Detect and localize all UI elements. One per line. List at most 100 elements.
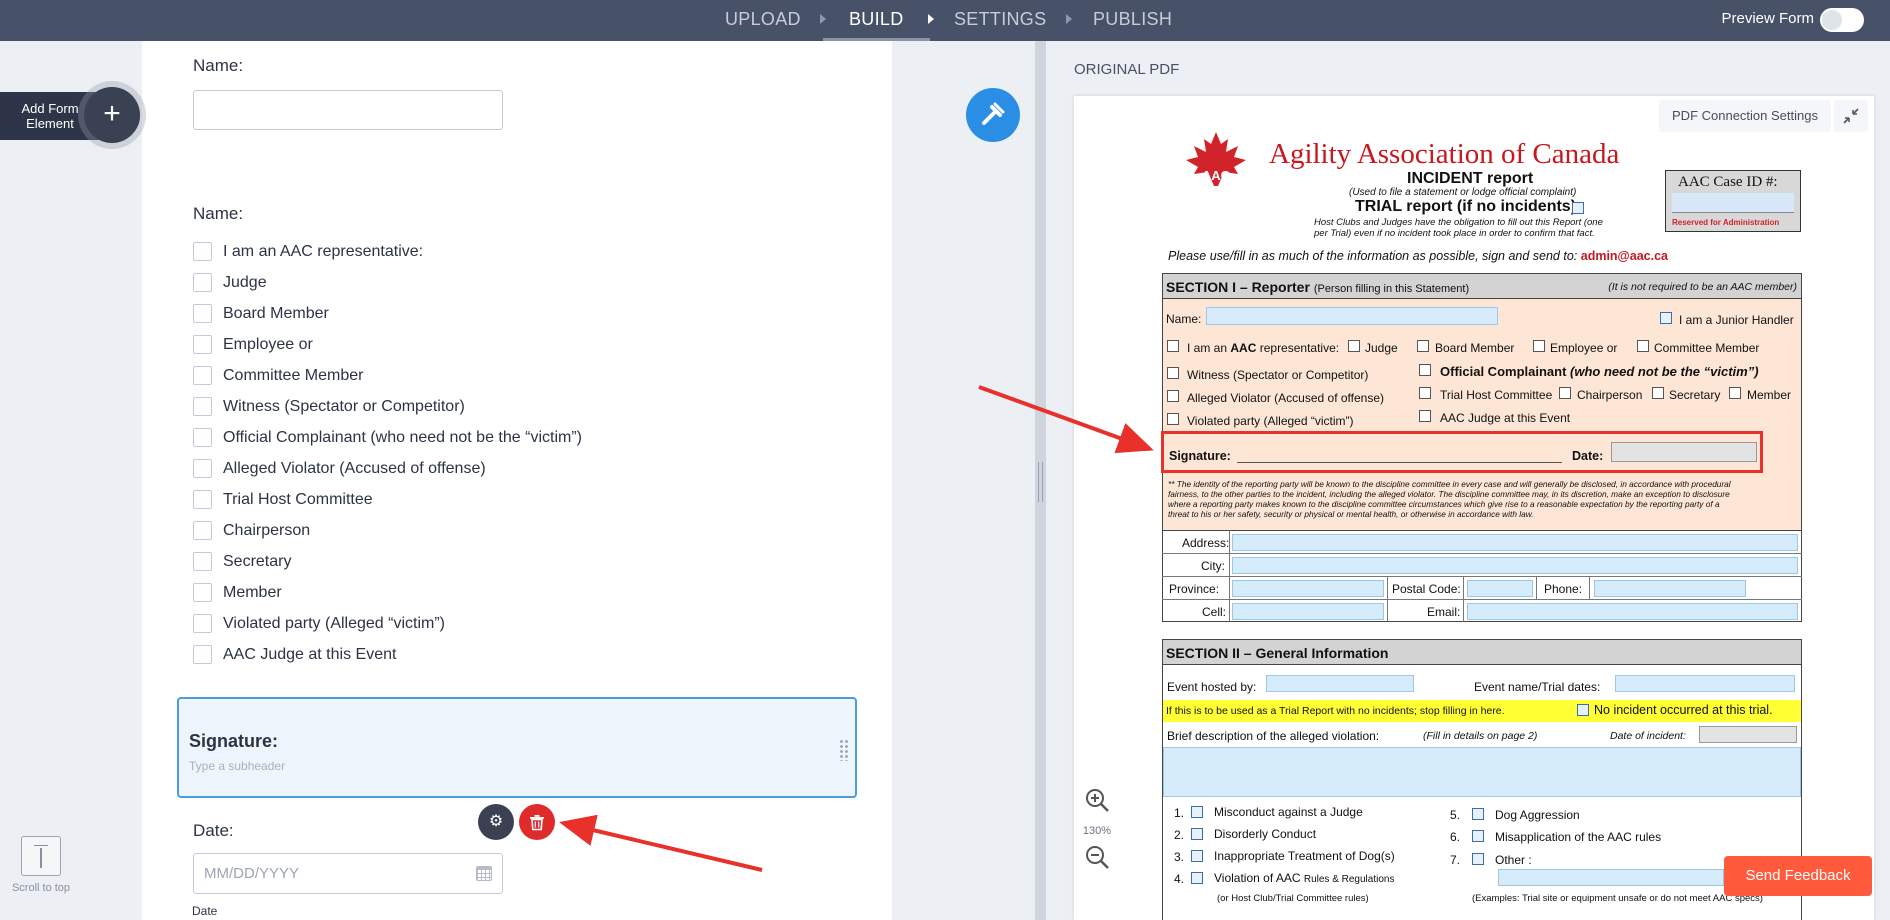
pdf-checkbox[interactable] (1348, 340, 1360, 352)
violation-checkbox[interactable] (1472, 853, 1484, 865)
magic-wand-button[interactable] (966, 88, 1020, 142)
pdf-checkbox[interactable] (1419, 387, 1431, 399)
zoom-in-icon[interactable] (1074, 786, 1120, 819)
violation-checkbox[interactable] (1472, 830, 1484, 842)
send-feedback-button[interactable]: Send Feedback (1724, 856, 1872, 896)
name-label-2: Name: (193, 204, 244, 223)
violation-label: Misapplication of the AAC rules (1495, 830, 1662, 844)
resize-grip-icon[interactable] (1038, 462, 1043, 502)
pdf-checkbox[interactable] (1419, 364, 1431, 376)
date-input[interactable]: MM/DD/YYYY (193, 853, 503, 894)
checkbox-option[interactable]: Witness (Spectator or Competitor) (193, 391, 582, 422)
junior-handler-checkbox[interactable] (1660, 312, 1672, 324)
checkbox-option[interactable]: Alleged Violator (Accused of offense) (193, 453, 582, 484)
checkbox-option[interactable]: Official Complainant (who need not be th… (193, 422, 582, 453)
checkbox[interactable] (193, 397, 212, 416)
date-incident-field[interactable] (1699, 726, 1797, 743)
violation-checkbox[interactable] (1472, 808, 1484, 820)
pdf-checkbox[interactable] (1417, 340, 1429, 352)
event-hosted-label: Event hosted by: (1167, 680, 1257, 694)
trial-report-checkbox[interactable] (1572, 202, 1584, 214)
checkbox[interactable] (193, 552, 212, 571)
no-incident-checkbox[interactable] (1577, 704, 1589, 716)
checkbox-option[interactable]: Chairperson (193, 515, 582, 546)
step-settings[interactable]: SETTINGS (954, 0, 1046, 41)
pdf-checkbox[interactable] (1419, 410, 1431, 422)
cell-field[interactable] (1232, 603, 1384, 620)
event-name-field[interactable] (1615, 675, 1795, 692)
pdf-checkbox[interactable] (1167, 390, 1179, 402)
violation-checkbox[interactable] (1191, 872, 1203, 884)
step-upload[interactable]: UPLOAD (725, 0, 801, 41)
gear-icon[interactable]: ⚙ (478, 804, 514, 840)
subheader-placeholder[interactable]: Type a subheader (189, 759, 285, 773)
checkbox-option[interactable]: Secretary (193, 546, 582, 577)
plus-icon[interactable]: + (84, 87, 140, 143)
signature-header-element[interactable]: Signature: Type a subheader (177, 697, 857, 798)
pdf-checkbox[interactable] (1167, 413, 1179, 425)
trial-notice-bar: If this is to be used as a Trial Report … (1163, 700, 1801, 722)
pdf-connection-settings-button[interactable]: PDF Connection Settings (1659, 100, 1831, 132)
checkbox[interactable] (193, 521, 212, 540)
event-hosted-field[interactable] (1266, 675, 1414, 692)
other-field[interactable] (1498, 869, 1724, 886)
junior-handler-label: I am a Junior Handler (1679, 313, 1794, 327)
chevron-right-icon (1066, 14, 1072, 24)
name-input[interactable] (193, 90, 503, 130)
checkbox[interactable] (193, 645, 212, 664)
checkbox[interactable] (193, 335, 212, 354)
violation-label: Misconduct against a Judge (1214, 805, 1363, 819)
checkbox[interactable] (193, 490, 212, 509)
city-field[interactable] (1232, 557, 1798, 574)
checkbox[interactable] (193, 459, 212, 478)
scroll-to-top-button[interactable]: Scroll to top (10, 836, 72, 894)
postal-code-field[interactable] (1467, 580, 1533, 597)
checkbox[interactable] (193, 428, 212, 447)
pdf-checkbox[interactable] (1729, 387, 1741, 399)
zoom-out-icon[interactable] (1074, 843, 1120, 876)
violation-checkbox[interactable] (1191, 806, 1203, 818)
highlight-box (1161, 431, 1763, 473)
phone-field[interactable] (1594, 580, 1746, 597)
no-incident-label: No incident occurred at this trial. (1594, 703, 1773, 717)
pdf-checkbox[interactable] (1637, 340, 1649, 352)
violation-checkbox[interactable] (1191, 850, 1203, 862)
checkbox[interactable] (193, 583, 212, 602)
checkbox[interactable] (193, 304, 212, 323)
province-field[interactable] (1232, 580, 1384, 597)
collapse-icon[interactable] (1834, 100, 1868, 132)
checkbox[interactable] (193, 242, 212, 261)
checkbox[interactable] (193, 366, 212, 385)
checkbox-option[interactable]: AAC Judge at this Event (193, 639, 582, 670)
trial-host-label: Trial Host Committee (1440, 388, 1553, 402)
checkbox[interactable] (193, 273, 212, 292)
description-field[interactable] (1163, 747, 1801, 797)
signature-header-title[interactable]: Signature: (189, 731, 278, 752)
case-id-field[interactable] (1672, 193, 1794, 213)
checkbox-option[interactable]: Member (193, 577, 582, 608)
pdf-checkbox[interactable] (1559, 387, 1571, 399)
checkbox-option[interactable]: Employee or (193, 329, 582, 360)
pdf-checkbox[interactable] (1167, 340, 1179, 352)
pdf-checkbox[interactable] (1652, 387, 1664, 399)
checkbox-option[interactable]: Committee Member (193, 360, 582, 391)
checkbox-option[interactable]: Board Member (193, 298, 582, 329)
step-build[interactable]: BUILD (823, 0, 930, 41)
pdf-checkbox[interactable] (1533, 340, 1545, 352)
drag-handle-icon[interactable] (839, 739, 849, 761)
address-field[interactable] (1232, 534, 1798, 551)
host-note: Host Clubs and Judges have the obligatio… (1314, 217, 1603, 228)
checkbox[interactable] (193, 614, 212, 633)
violation-checkbox[interactable] (1191, 828, 1203, 840)
preview-form-toggle[interactable] (1820, 8, 1864, 32)
checkbox-option[interactable]: Judge (193, 267, 582, 298)
checkbox-option[interactable]: I am an AAC representative: (193, 236, 582, 267)
pdf-name-field[interactable] (1206, 307, 1498, 325)
email-field[interactable] (1467, 603, 1798, 620)
calendar-icon[interactable] (476, 866, 492, 881)
pdf-checkbox[interactable] (1167, 367, 1179, 379)
checkbox-option[interactable]: Trial Host Committee (193, 484, 582, 515)
trash-icon[interactable] (519, 804, 555, 840)
step-publish[interactable]: PUBLISH (1093, 0, 1172, 41)
checkbox-option[interactable]: Violated party (Alleged “victim”) (193, 608, 582, 639)
